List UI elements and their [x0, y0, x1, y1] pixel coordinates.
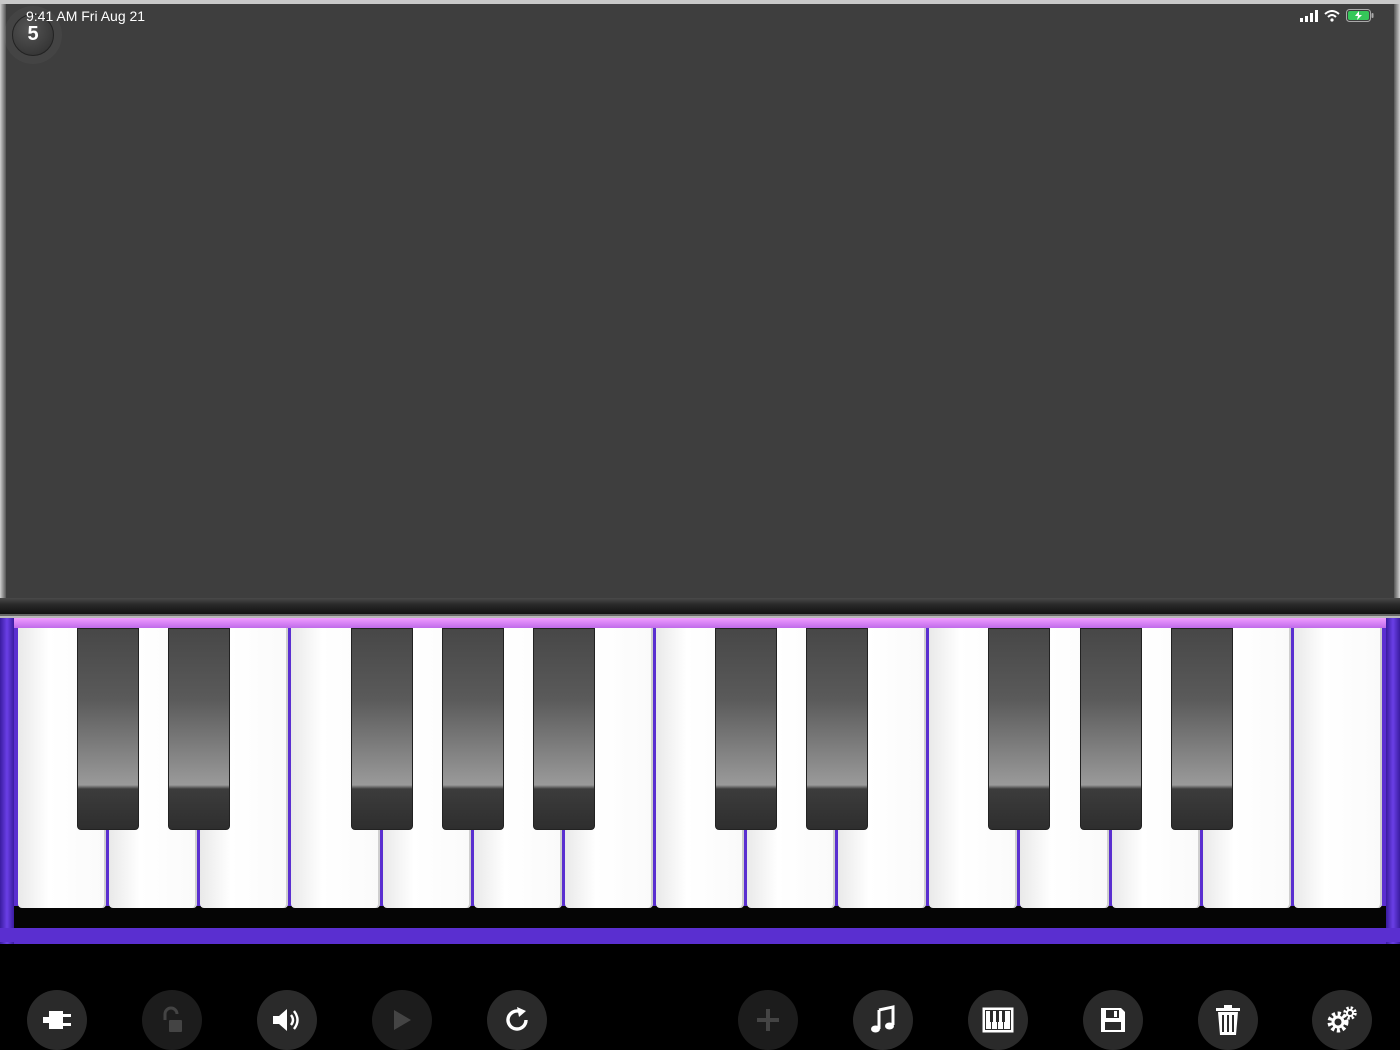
main-display-area — [0, 0, 1400, 612]
music-note-icon — [871, 1005, 895, 1033]
speaker-icon — [273, 1009, 299, 1031]
black-key[interactable] — [806, 628, 869, 830]
plugin-icon — [43, 1011, 71, 1029]
volume-button[interactable] — [257, 990, 317, 1050]
play-icon — [394, 1010, 411, 1030]
white-key[interactable] — [1293, 628, 1382, 908]
reload-icon — [506, 1007, 528, 1031]
reload-button[interactable] — [487, 990, 547, 1050]
trash-icon — [1216, 1005, 1240, 1035]
keyboard-left-edge — [0, 618, 14, 944]
status-indicators — [1300, 9, 1374, 22]
plus-icon — [757, 1009, 779, 1031]
lock-button[interactable] — [142, 990, 202, 1050]
add-button[interactable] — [738, 990, 798, 1050]
play-button[interactable] — [372, 990, 432, 1050]
black-key[interactable] — [532, 628, 595, 830]
black-key[interactable] — [1079, 628, 1142, 830]
music-button[interactable] — [853, 990, 913, 1050]
black-key[interactable] — [77, 628, 140, 830]
black-key[interactable] — [168, 628, 231, 830]
piano-icon — [982, 1007, 1014, 1033]
black-key[interactable] — [715, 628, 778, 830]
plugin-button[interactable] — [27, 990, 87, 1050]
gears-icon — [1327, 1006, 1357, 1033]
wifi-icon — [1324, 9, 1340, 22]
settings-button[interactable] — [1312, 990, 1372, 1050]
black-key[interactable] — [441, 628, 504, 830]
keyboard-button[interactable] — [968, 990, 1028, 1050]
keyboard-top-strip — [14, 618, 1386, 628]
delete-button[interactable] — [1198, 990, 1258, 1050]
keyboard-bottom-strip — [0, 928, 1400, 942]
cellular-signal-icon — [1300, 9, 1318, 22]
battery-charging-icon — [1346, 9, 1374, 22]
unlock-icon — [163, 1006, 182, 1032]
display-bottom-bezel — [0, 598, 1400, 616]
status-time: 9:41 AM Fri Aug 21 — [26, 8, 146, 24]
black-key[interactable] — [988, 628, 1051, 830]
black-key[interactable] — [350, 628, 413, 830]
keyboard-right-edge — [1386, 618, 1400, 944]
floppy-icon — [1101, 1008, 1125, 1032]
black-key[interactable] — [1170, 628, 1233, 830]
save-button[interactable] — [1083, 990, 1143, 1050]
status-bar: 9:41 AM Fri Aug 21 — [0, 0, 1400, 30]
